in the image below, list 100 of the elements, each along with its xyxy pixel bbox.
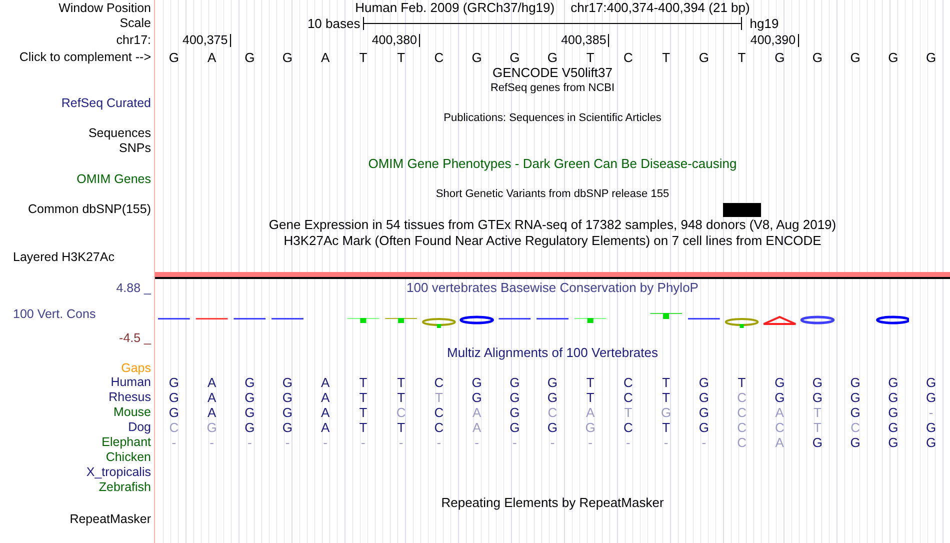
track-title: OMIM Gene Phenotypes - Dark Green Can Be Disease-causing <box>368 155 737 174</box>
species-label: Human <box>110 375 151 392</box>
base-letter: C <box>168 421 180 434</box>
axis-max-label: 4.88 _ <box>116 280 151 297</box>
base-letter: G <box>698 376 710 389</box>
base-letter: - <box>474 436 480 449</box>
base-letter: - <box>587 436 594 449</box>
position-label: 400,385 <box>561 34 610 47</box>
track-label: chr17: <box>116 32 151 49</box>
scale-text: 10 bases <box>307 14 360 33</box>
base-letter: A <box>320 50 331 64</box>
base-letter: G <box>698 50 710 64</box>
scale-text: hg19 <box>748 15 779 33</box>
base-letter: G <box>811 376 824 389</box>
base-letter: C <box>736 391 748 404</box>
base-letter: T <box>585 376 596 389</box>
base-letter: T <box>396 50 406 64</box>
base-letter: A <box>774 406 785 419</box>
base-letter: G <box>660 406 672 419</box>
track-label: Scale <box>120 15 151 32</box>
base-letter: G <box>698 391 710 404</box>
base-letter: C <box>546 406 558 419</box>
base-letter: G <box>698 421 710 434</box>
track-title: Gene Expression in 54 tissues from GTEx RNA-seq of 17382 samples, 948 donors (V8, Aug 2019) <box>268 216 836 234</box>
base-letter: T <box>358 406 368 419</box>
track-label[interactable]: OMIM Genes <box>76 170 151 189</box>
base-letter: G <box>281 391 294 404</box>
track-title: RefSeq genes from NCBI <box>490 81 615 96</box>
base-letter: - <box>322 436 329 449</box>
complement-link[interactable]: Click to complement --> <box>19 48 151 66</box>
base-letter: G <box>281 50 294 64</box>
base-letter: - <box>360 436 366 449</box>
base-letter: T <box>623 406 634 419</box>
base-letter: G <box>508 376 521 389</box>
base-letter: G <box>470 376 483 389</box>
base-letter: G <box>281 406 294 419</box>
base-letter: C <box>736 436 748 449</box>
species-label: Mouse <box>113 404 151 422</box>
base-letter: G <box>244 50 256 64</box>
snp-feature[interactable] <box>722 202 761 216</box>
base-letter: C <box>774 421 786 434</box>
base-letter: C <box>433 376 445 389</box>
track-label[interactable]: Common dbSNP(155) <box>28 200 151 219</box>
base-letter: G <box>470 391 483 404</box>
base-letter: T <box>358 50 368 64</box>
base-letter: G <box>244 406 256 419</box>
axis-min-label: -4.5 _ <box>119 330 151 347</box>
base-letter: G <box>281 421 294 434</box>
base-letter: A <box>471 406 482 419</box>
track-title: Short Genetic Variants from dbSNP release 155 <box>436 187 670 202</box>
base-letter: G <box>470 50 483 64</box>
base-letter: - <box>549 436 556 449</box>
base-letter: - <box>511 436 518 449</box>
base-letter: - <box>208 436 215 449</box>
base-letter: - <box>170 436 178 449</box>
base-letter: T <box>358 376 368 389</box>
base-letter: G <box>925 436 938 449</box>
species-label: X_tropicalis <box>86 464 151 482</box>
base-letter: G <box>168 391 180 404</box>
base-letter: G <box>811 391 824 404</box>
base-letter: G <box>887 421 900 434</box>
base-letter: A <box>320 391 331 404</box>
base-letter: G <box>774 50 786 64</box>
base-letter: G <box>811 436 824 449</box>
base-letter: T <box>396 421 406 434</box>
base-letter: T <box>661 376 672 389</box>
track-label: Window Position <box>58 0 151 17</box>
track-label[interactable]: Layered H3K27Ac <box>13 248 114 266</box>
base-letter: G <box>774 391 786 404</box>
base-letter: C <box>622 376 634 389</box>
track-title: H3K27Ac Mark (Often Found Near Active Regulatory Elements) on 7 cell lines from ENCODE <box>284 232 822 250</box>
base-letter: G <box>206 421 218 434</box>
base-letter: - <box>700 436 708 449</box>
base-letter: G <box>849 376 862 389</box>
base-letter: T <box>434 391 444 404</box>
base-letter: C <box>395 406 407 419</box>
assembly-title: Human Feb. 2009 (GRCh37/hg19) <box>355 0 555 18</box>
base-letter: G <box>546 391 559 404</box>
base-letter: G <box>849 50 862 64</box>
species-label: Elephant <box>102 434 151 452</box>
base-letter: G <box>168 406 180 419</box>
base-letter: C <box>433 406 445 419</box>
track-label[interactable]: RepeatMasker <box>70 510 151 528</box>
base-letter: G <box>849 391 862 404</box>
base-letter: A <box>320 376 331 389</box>
base-letter: C <box>736 406 748 419</box>
base-letter: G <box>887 436 900 449</box>
base-letter: C <box>433 421 445 434</box>
base-letter: T <box>585 391 596 404</box>
track-title: Repeating Elements by RepeatMasker <box>441 494 664 512</box>
base-letter: G <box>698 406 710 419</box>
track-label[interactable]: RefSeq Curated <box>61 94 151 113</box>
base-letter: A <box>320 421 331 434</box>
base-letter: G <box>244 391 256 404</box>
track-label[interactable]: 100 Vert. Cons <box>13 304 96 324</box>
base-letter: G <box>281 376 294 389</box>
position-label: 400,380 <box>372 34 420 47</box>
base-letter: G <box>546 50 559 64</box>
base-letter: G <box>508 50 521 64</box>
base-letter: G <box>508 421 521 434</box>
